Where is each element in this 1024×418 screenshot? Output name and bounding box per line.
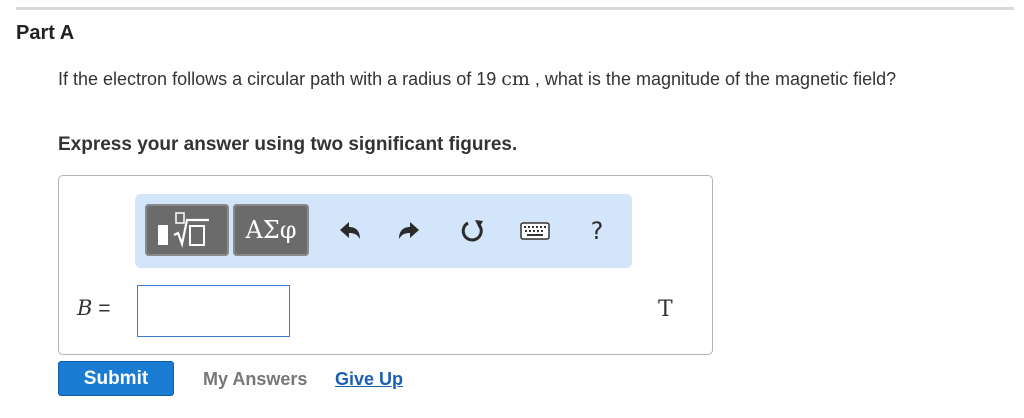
reset-icon[interactable] bbox=[457, 215, 489, 247]
keyboard-icon[interactable] bbox=[519, 215, 551, 247]
templates-button[interactable] bbox=[145, 204, 229, 256]
greek-letters-icon: ΑΣφ bbox=[245, 216, 297, 244]
redo-icon[interactable] bbox=[393, 215, 425, 247]
answer-variable: B bbox=[77, 296, 93, 320]
my-answers-link[interactable]: My Answers bbox=[203, 369, 307, 390]
answer-input[interactable] bbox=[137, 285, 290, 337]
answer-instruction: Express your answer using two significan… bbox=[58, 134, 518, 155]
math-toolbar: ΑΣφ ? bbox=[135, 194, 632, 268]
question-text-before: If the electron follows a circular path … bbox=[58, 69, 502, 89]
question-text: If the electron follows a circular path … bbox=[58, 67, 998, 91]
part-title: Part A bbox=[16, 22, 75, 44]
submit-button[interactable]: Submit bbox=[58, 361, 174, 396]
question-text-after: , what is the magnitude of the magnetic … bbox=[529, 69, 897, 89]
help-icon[interactable]: ? bbox=[581, 215, 613, 247]
answer-unit: T bbox=[658, 297, 673, 322]
answer-equals: = bbox=[98, 297, 111, 320]
give-up-link[interactable]: Give Up bbox=[335, 369, 403, 390]
answer-variable-label: B = bbox=[77, 296, 111, 321]
undo-icon[interactable] bbox=[334, 215, 366, 247]
top-divider bbox=[16, 7, 1014, 10]
templates-icon bbox=[145, 212, 229, 260]
greek-letters-button[interactable]: ΑΣφ bbox=[233, 204, 309, 256]
question-unit: cm bbox=[501, 68, 530, 90]
